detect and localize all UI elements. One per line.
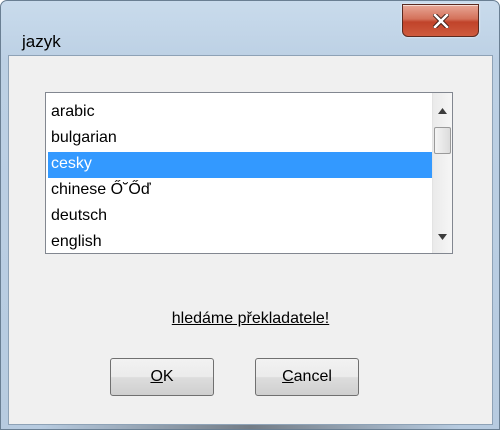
cancel-label-rest: ancel (293, 368, 332, 385)
window-title: jazyk (22, 32, 61, 51)
title-bar[interactable]: jazyk (1, 1, 499, 55)
scroll-down-arrow-icon[interactable] (433, 227, 452, 247)
language-list-items: arabic bulgarian cesky chinese Ő˘Őď deut… (48, 100, 432, 253)
list-item-bulgarian[interactable]: bulgarian (48, 126, 432, 152)
find-translators-link[interactable]: hledáme překladatele! (9, 310, 492, 328)
close-button[interactable] (402, 4, 479, 37)
scroll-thumb[interactable] (434, 127, 451, 154)
close-x-icon (432, 13, 449, 28)
dialog-window: jazyk arabic bulgarian cesky chinese Ő˘Ő… (0, 0, 500, 430)
list-item-deutsch[interactable]: deutsch (48, 204, 432, 230)
cancel-mnemonic: C (282, 368, 294, 385)
cancel-button[interactable]: Cancel (255, 358, 359, 396)
window-bottom-shadow (41, 425, 459, 429)
vertical-scrollbar[interactable] (432, 93, 452, 253)
language-listbox[interactable]: arabic bulgarian cesky chinese Ő˘Őď deut… (45, 92, 453, 254)
list-item-english[interactable]: english (48, 230, 432, 253)
ok-mnemonic: O (150, 368, 163, 385)
list-item-chinese[interactable]: chinese Ő˘Őď (48, 178, 432, 204)
ok-button[interactable]: OK (110, 358, 214, 396)
list-item-cesky[interactable]: cesky (48, 152, 432, 178)
list-item-arabic[interactable]: arabic (48, 100, 432, 126)
ok-label-rest: K (162, 368, 174, 385)
scroll-up-arrow-icon[interactable] (433, 101, 452, 121)
dialog-client-area: arabic bulgarian cesky chinese Ő˘Őď deut… (8, 55, 493, 425)
